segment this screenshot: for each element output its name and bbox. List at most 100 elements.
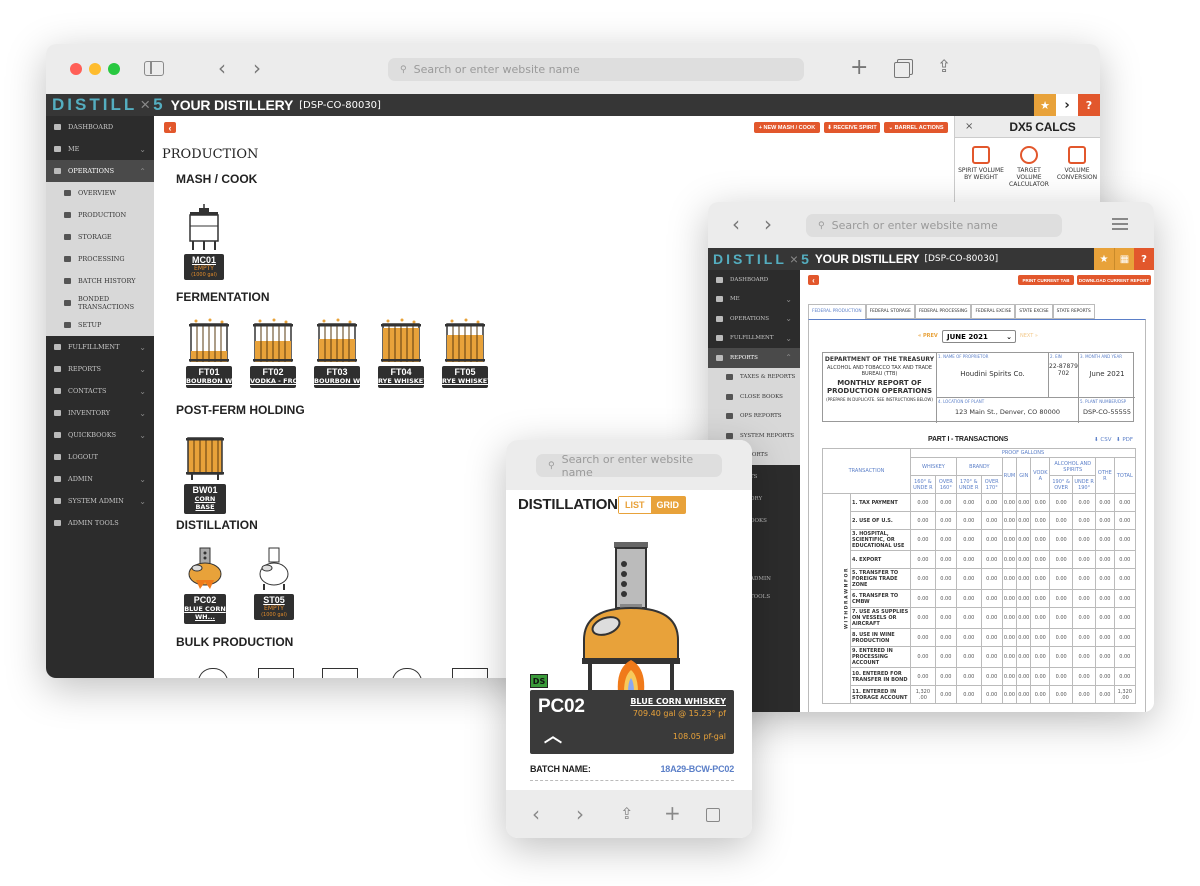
collapse-sidebar-button[interactable]: ‹: [808, 275, 819, 285]
sidebar-item-operations[interactable]: OPERATIONS ⌄: [708, 309, 800, 329]
sidebar-item-ops-reports[interactable]: OPS REPORTS: [708, 406, 800, 426]
sidebar-item-dashboard[interactable]: DASHBOARD: [708, 270, 800, 290]
sidebar-item-admin-tools[interactable]: ADMIN TOOLS: [46, 512, 154, 534]
tab-federal-processing[interactable]: FEDERAL PROCESSING: [914, 304, 972, 319]
vessel-st05[interactable]: ST05 EMPTY (1000 gal): [254, 546, 294, 620]
share-icon[interactable]: ⇪: [937, 57, 951, 77]
download-report-button[interactable]: DOWNLOAD CURRENT REPORT: [1077, 275, 1151, 285]
sidebar-item-fulfillment[interactable]: FULFILLMENT ⌄: [708, 329, 800, 349]
sidebar-item-operations[interactable]: OPERATIONS ⌃: [46, 160, 154, 182]
tabs-overview-icon[interactable]: [894, 62, 910, 78]
sidebar-item-reports[interactable]: REPORTS ⌄: [46, 358, 154, 380]
sidebar-item-close-books[interactable]: CLOSE BOOKS: [708, 387, 800, 407]
bulk-tank[interactable]: [198, 668, 228, 678]
url-bar[interactable]: ⚲ Search or enter website name: [536, 453, 722, 479]
bulk-tank[interactable]: [452, 668, 488, 678]
col-brandy: BRANDY: [955, 457, 1003, 476]
tab-state-reports[interactable]: STATE REPORTS: [1052, 304, 1095, 319]
calc-target-volume[interactable]: TARGET VOLUME CALCULATOR: [1005, 146, 1053, 188]
favorite-star-button[interactable]: ★: [1034, 94, 1056, 116]
vessel-ft03[interactable]: FT03BOURBON WHI...: [314, 318, 360, 388]
url-bar[interactable]: ⚲ Search or enter website name: [806, 214, 1062, 237]
tab-federal-storage[interactable]: FEDERAL STORAGE: [865, 304, 915, 319]
sidebar-item-me[interactable]: ME ⌄: [708, 290, 800, 310]
collapse-sidebar-button[interactable]: ‹: [164, 122, 176, 133]
batch-name-value[interactable]: 18A29-BCW-PC02: [660, 764, 734, 774]
csv-download-link[interactable]: ⬇ CSV: [1094, 437, 1111, 443]
help-button[interactable]: ?: [1078, 94, 1100, 116]
sidebar-item-label: OPS REPORTS: [740, 413, 782, 420]
cell-value: 0.00: [1030, 589, 1051, 608]
prev-month-link[interactable]: « PREV: [918, 333, 938, 339]
vessel-plate: FT03BOURBON WHI...: [314, 366, 360, 388]
expand-chevron-icon[interactable]: ︿: [544, 722, 562, 748]
sidebar-item-contacts[interactable]: CONTACTS ⌄: [46, 380, 154, 402]
forward-arrow-icon[interactable]: ›: [253, 56, 261, 80]
tab-state-excise[interactable]: STATE EXCISE: [1015, 304, 1053, 319]
url-bar[interactable]: ⚲ Search or enter website name: [388, 58, 804, 81]
sidebar-item-reports[interactable]: REPORTS ⌃: [708, 348, 800, 368]
sidebar-item-storage[interactable]: STORAGE: [46, 226, 154, 248]
vessel-ft01[interactable]: FT01BOURBON WHI...: [186, 318, 232, 388]
share-icon[interactable]: ⇪: [620, 804, 633, 823]
tabs-overview-icon[interactable]: [706, 808, 720, 822]
sidebar-item-dashboard[interactable]: DASHBOARD: [46, 116, 154, 138]
vessel-ft02[interactable]: FT02VODKA - FROM ...: [250, 318, 296, 388]
bulk-tank[interactable]: [322, 668, 358, 678]
vessel-card[interactable]: PC02 ︿ BLUE CORN WHISKEY 709.40 gal @ 15…: [530, 690, 734, 754]
receive-spirit-button[interactable]: ⬇ RECEIVE SPIRIT: [824, 122, 880, 133]
back-arrow-icon[interactable]: ‹: [532, 802, 540, 826]
favorite-star-button[interactable]: ★: [1094, 248, 1114, 270]
sidebar-item-system-admin[interactable]: SYSTEM ADMIN ⌄: [46, 490, 154, 512]
back-arrow-icon[interactable]: ‹: [218, 56, 226, 80]
sidebar-item-batch-history[interactable]: BATCH HISTORY: [46, 270, 154, 292]
new-tab-icon[interactable]: +: [664, 801, 681, 825]
vessel-pc02[interactable]: PC02 BLUE CORN WH...: [184, 546, 226, 624]
next-month-link[interactable]: NEXT »: [1020, 333, 1038, 339]
sidebar-item-me[interactable]: ME ⌄: [46, 138, 154, 160]
minimize-window-icon[interactable]: [89, 63, 101, 75]
print-tab-button[interactable]: PRINT CURRENT TAB: [1018, 275, 1074, 285]
sidebar-item-fulfillment[interactable]: FULFILLMENT ⌄: [46, 336, 154, 358]
vessel-ft05[interactable]: FT05 RYE WHISKEY: [442, 318, 488, 388]
sidebar-item-label: FULFILLMENT: [68, 343, 120, 351]
sidebar-item-taxes-reports[interactable]: TAXES & REPORTS: [708, 367, 800, 387]
new-tab-icon[interactable]: +: [850, 55, 868, 80]
forward-arrow-icon[interactable]: ›: [764, 212, 772, 236]
maximize-window-icon[interactable]: [108, 63, 120, 75]
vessel-bw01[interactable]: BW01 CORN BASE: [184, 436, 226, 514]
expand-calcs-button[interactable]: ›: [1056, 94, 1078, 116]
pdf-download-link[interactable]: ⬇ PDF: [1116, 437, 1133, 443]
month-select[interactable]: JUNE 2021 ⌄: [942, 330, 1016, 343]
sidebar-toggle-icon[interactable]: [144, 61, 164, 76]
sidebar-item-admin[interactable]: ADMIN ⌄: [46, 468, 154, 490]
tab-federal-excise[interactable]: FEDERAL EXCISE: [971, 304, 1016, 319]
sidebar-item-bonded-transactions[interactable]: BONDED TRANSACTIONS: [46, 292, 154, 314]
vessel-mc01[interactable]: MC01 EMPTY (1000 gal): [184, 204, 224, 280]
menu-icon[interactable]: [1112, 218, 1128, 230]
close-calcs-icon[interactable]: ×: [965, 121, 973, 132]
sidebar-item-setup[interactable]: SETUP: [46, 314, 154, 336]
sidebar-item-quickbooks[interactable]: QUICKBOOKS ⌄: [46, 424, 154, 446]
forward-arrow-icon[interactable]: ›: [576, 802, 584, 826]
list-view-button[interactable]: LIST: [619, 497, 651, 513]
sidebar-item-overview[interactable]: OVERVIEW: [46, 182, 154, 204]
vessel-ft04[interactable]: FT04 RYE WHISKEY: [378, 318, 424, 388]
tab-federal-production[interactable]: FEDERAL PRODUCTION: [808, 304, 866, 319]
bulk-tank[interactable]: [258, 668, 294, 678]
calculator-button[interactable]: ▦: [1114, 248, 1134, 270]
cell-value: 0.00: [955, 493, 982, 512]
bulk-tank[interactable]: [392, 668, 422, 678]
close-window-icon[interactable]: [70, 63, 82, 75]
grid-view-button[interactable]: GRID: [650, 497, 685, 513]
sidebar-item-inventory[interactable]: INVENTORY ⌄: [46, 402, 154, 424]
new-mash-button[interactable]: + NEW MASH / COOK: [754, 122, 820, 133]
calc-volume-conversion[interactable]: VOLUME CONVERSION: [1053, 146, 1100, 181]
back-arrow-icon[interactable]: ‹: [732, 212, 740, 236]
sidebar-item-logout[interactable]: LOGOUT: [46, 446, 154, 468]
barrel-actions-button[interactable]: ⌄ BARREL ACTIONS: [884, 122, 948, 133]
sidebar-item-processing[interactable]: PROCESSING: [46, 248, 154, 270]
sidebar-item-production[interactable]: PRODUCTION: [46, 204, 154, 226]
help-button[interactable]: ?: [1134, 248, 1154, 270]
calc-spirit-volume[interactable]: SPIRIT VOLUME BY WEIGHT: [957, 146, 1005, 181]
